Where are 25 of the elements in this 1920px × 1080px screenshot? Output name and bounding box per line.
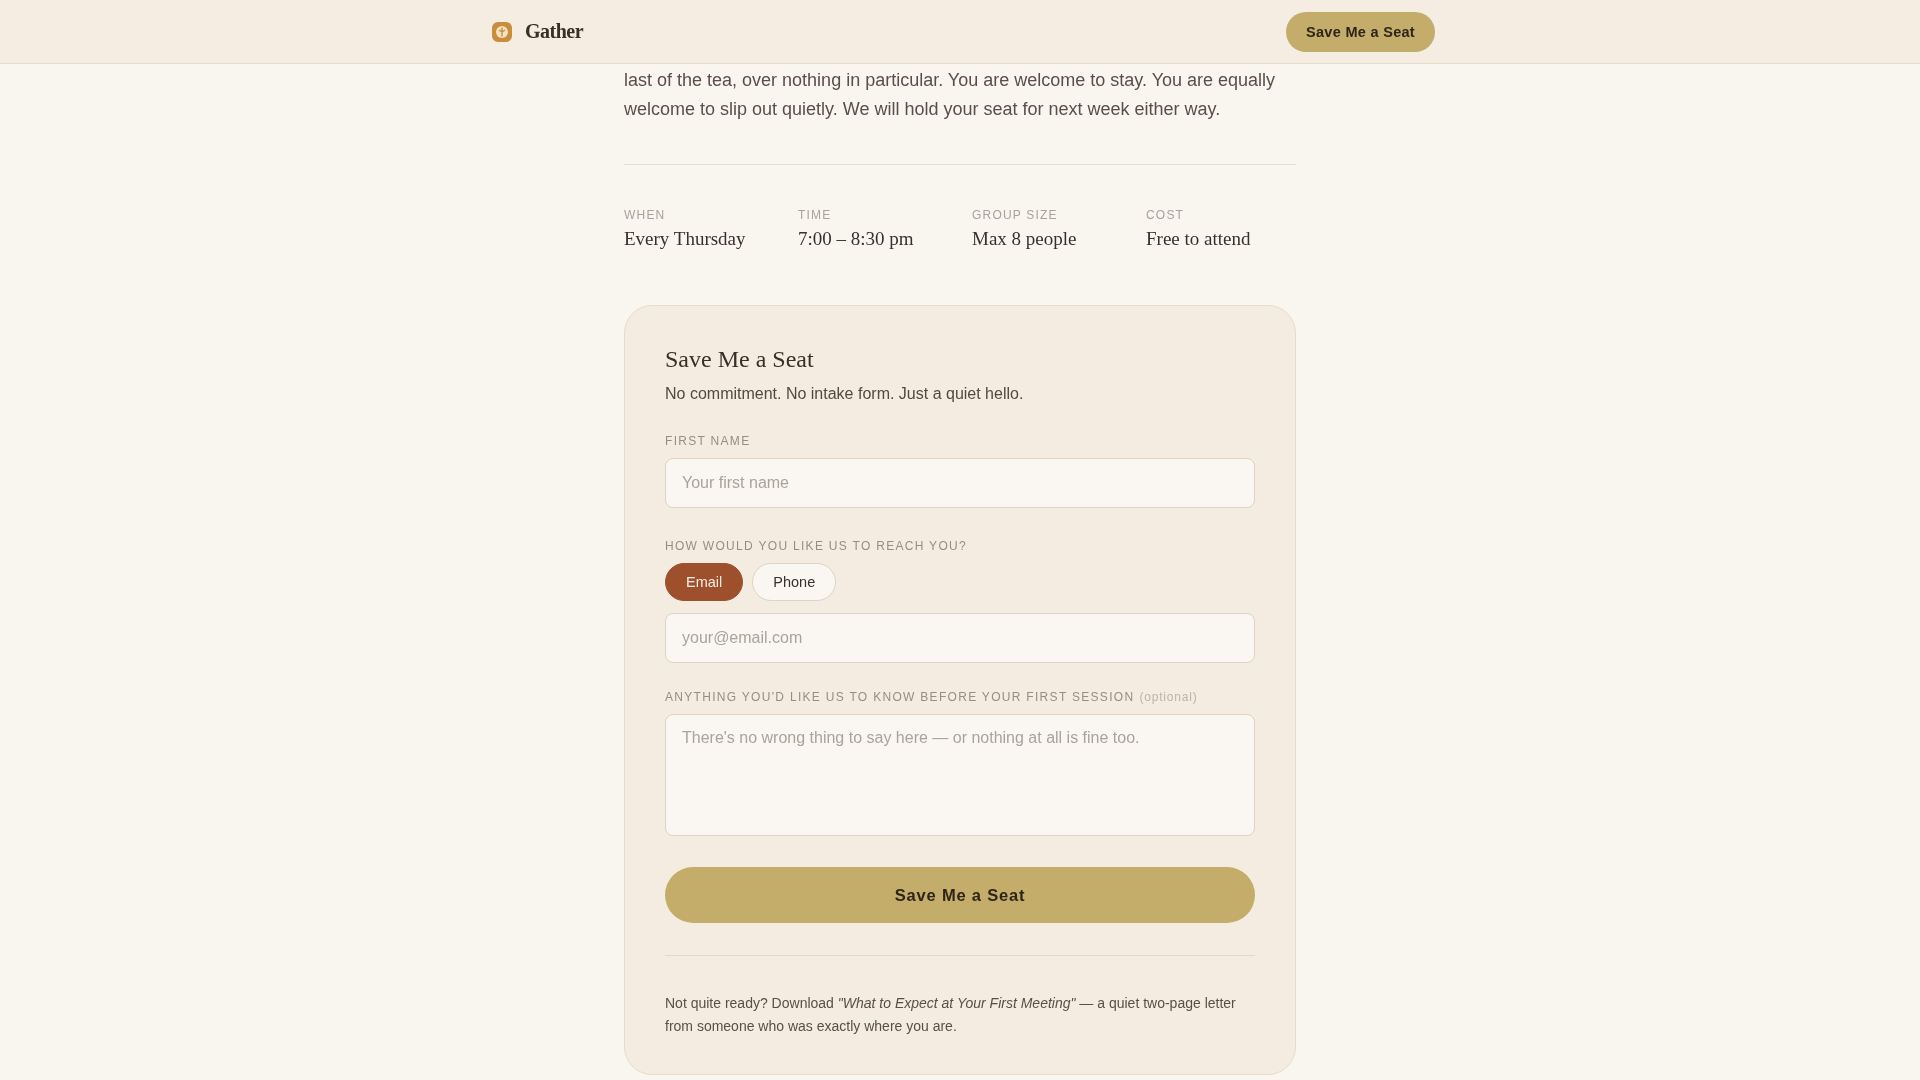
optional-hint: (optional) xyxy=(1139,690,1198,704)
form-title: Save Me a Seat xyxy=(665,346,815,373)
download-note: Not quite ready? Download "What to Expect at Your First Meeting" — a quiet two-page letter from someone who was exactly where you are. xyxy=(665,994,1237,1036)
contact-option[interactable]: Phone xyxy=(752,563,837,601)
save-seat-button[interactable]: Save Me a Seat xyxy=(1286,11,1435,52)
detail-value: 7:00 – 8:30 pm xyxy=(798,228,915,250)
first-name-field[interactable]: Your first name xyxy=(665,458,1255,508)
form-subtitle: No commitment. No intake form. Just a quiet hello. xyxy=(665,385,1025,403)
logo-icon xyxy=(491,20,513,43)
field-label: FIRST NAME xyxy=(665,434,752,448)
detail-label: WHEN xyxy=(624,208,667,222)
notes-field[interactable]: There's no wrong thing to say here — or nothing at all is fine too. xyxy=(665,714,1255,836)
submit-button[interactable]: Save Me a Seat xyxy=(665,867,1255,923)
detail-label: TIME xyxy=(798,208,833,222)
field-label: ANYTHING YOU'D LIKE US TO KNOW BEFORE YOUR FIRST SESSION xyxy=(665,690,1135,704)
email-field[interactable]: your@email.com xyxy=(665,613,1255,663)
detail-label: COST xyxy=(1146,208,1186,222)
detail-value: Max 8 people xyxy=(972,228,1078,250)
brand-name[interactable]: Gather xyxy=(525,20,584,43)
detail-label: GROUP SIZE xyxy=(972,208,1059,222)
intro-paragraph: last of the tea, over nothing in particular. You are welcome to stay. You are equally welcome to slip out quietly. We will hold your seat for next week either way. xyxy=(624,69,1277,121)
field-label: HOW WOULD YOU LIKE US TO REACH YOU? xyxy=(665,539,968,553)
detail-value: Every Thursday xyxy=(624,228,747,250)
contact-option[interactable]: Email xyxy=(665,563,744,601)
detail-value: Free to attend xyxy=(1146,228,1252,250)
